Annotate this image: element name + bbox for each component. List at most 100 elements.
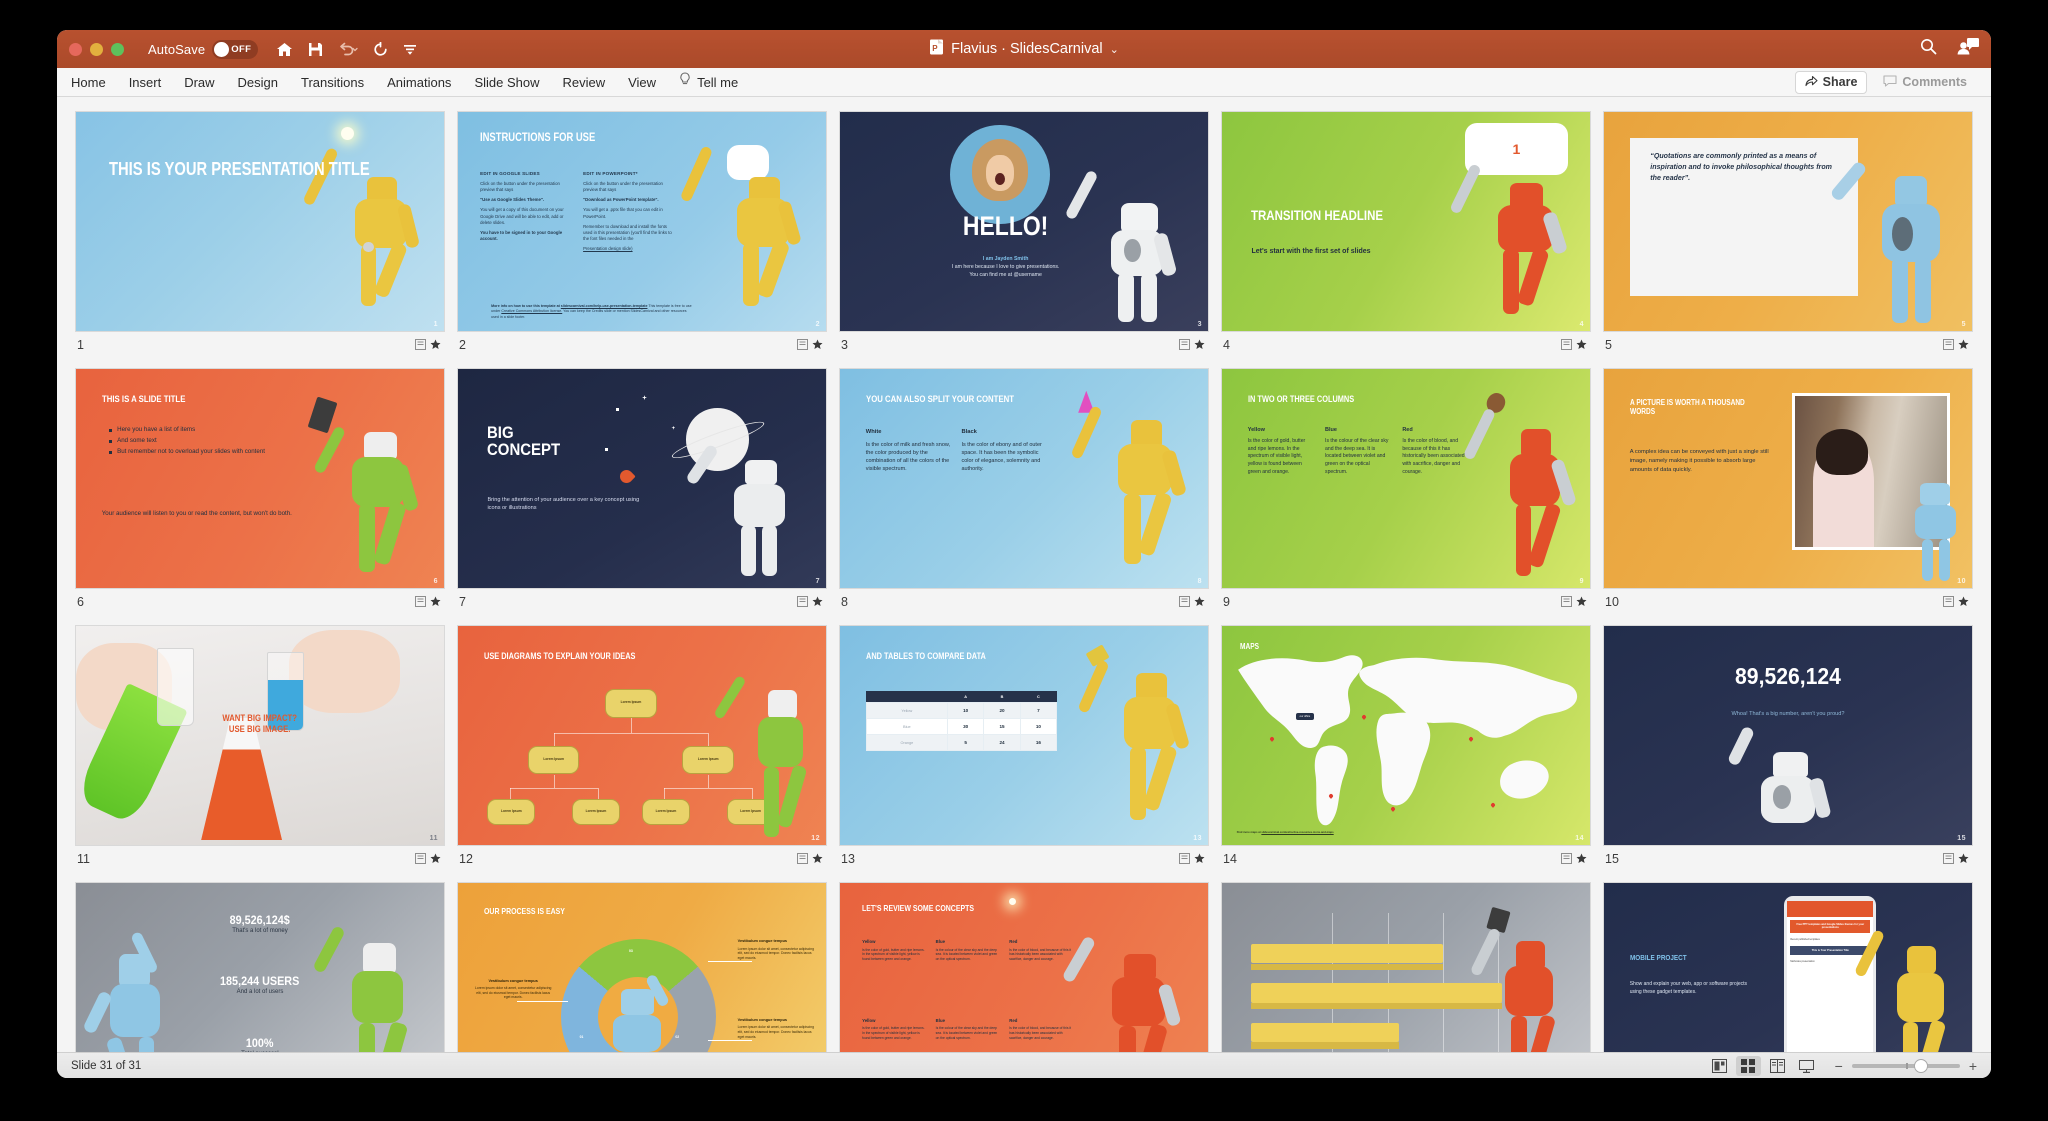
slide-badges-2[interactable] <box>797 339 823 351</box>
slide-badges-13[interactable] <box>1179 853 1205 865</box>
slide-cell-19[interactable]: You can insert graphs from Excel or Goog… <box>1221 881 1591 1052</box>
slide-meta-4: 4 <box>1221 332 1591 358</box>
zoom-control[interactable]: − + <box>1835 1058 1977 1073</box>
share-button[interactable]: Share <box>1794 70 1868 94</box>
slide-cell-14[interactable]: MAPS our office Find more maps at slides… <box>1221 624 1591 872</box>
slide-cell-16[interactable]: 89,526,124$ That's a lot of money 185,24… <box>75 881 445 1052</box>
slide-cell-4[interactable]: 1 TRANSITION HEADLINE Let's start with t… <box>1221 111 1591 358</box>
slide-badges-15[interactable] <box>1943 853 1969 865</box>
star-icon <box>430 339 441 350</box>
slide-cell-10[interactable]: A PICTURE IS WORTH A THOUSAND WORDS A co… <box>1603 367 1973 615</box>
slide-badges-7[interactable] <box>797 596 823 608</box>
robot-illustration <box>1853 922 1965 1052</box>
autosave-toggle[interactable]: OFF <box>212 39 259 59</box>
ribbon-tab-slide-show[interactable]: Slide Show <box>474 75 539 90</box>
zoom-out-button[interactable]: − <box>1835 1059 1843 1073</box>
customize-toolbar-icon[interactable] <box>403 43 417 56</box>
slide-badges-11[interactable] <box>415 853 441 865</box>
slide-cell-6[interactable]: THIS IS A SLIDE TITLE Here you have a li… <box>75 367 445 615</box>
slide-thumbnail-16[interactable]: 89,526,124$ That's a lot of money 185,24… <box>75 881 445 1052</box>
slide-cell-2[interactable]: INSTRUCTIONS FOR USE EDIT IN GOOGLE SLID… <box>457 111 827 358</box>
slide-badges-8[interactable] <box>1179 596 1205 608</box>
slide-badges-3[interactable] <box>1179 339 1205 351</box>
slide-cell-20[interactable]: MOBILE PROJECT Show and explain your web… <box>1603 881 1973 1052</box>
slide-thumbnail-15[interactable]: 89,526,124 Whoa! That's a big number, ar… <box>1603 624 1973 846</box>
slide-badges-12[interactable] <box>797 853 823 865</box>
slide-badges-4[interactable] <box>1561 339 1587 351</box>
slide-thumbnail-18[interactable]: LET'S REVIEW SOME CONCEPTS Yellow Is the… <box>839 881 1209 1052</box>
slide-cell-17[interactable]: OUR PROCESS IS EASY 01 02 03 Vestibulum … <box>457 881 827 1052</box>
tell-me-control[interactable]: Tell me <box>679 72 738 92</box>
reading-view-button[interactable] <box>1765 1056 1790 1076</box>
slide-thumbnail-19[interactable]: You can insert graphs from Excel or Goog… <box>1221 881 1591 1052</box>
autosave-control[interactable]: AutoSave OFF <box>148 39 259 59</box>
slide-cell-7[interactable]: BIG CONCEPT Bring the attention of your … <box>457 367 827 615</box>
slide-thumbnail-7[interactable]: BIG CONCEPT Bring the attention of your … <box>457 367 827 589</box>
close-window-button[interactable] <box>69 42 82 56</box>
foot-link-2[interactable]: Creative Commons Attribution license. <box>501 309 562 313</box>
slide-cell-1[interactable]: THIS IS YOUR PRESENTATION TITLE 1 1 <box>75 111 445 358</box>
slide-thumbnail-10[interactable]: A PICTURE IS WORTH A THOUSAND WORDS A co… <box>1603 367 1973 589</box>
slide-badges-1[interactable] <box>415 339 441 351</box>
ribbon-tab-home[interactable]: Home <box>71 75 106 90</box>
footer-link[interactable]: slidescarnival.com/extra-free-resources-… <box>1261 831 1333 834</box>
zoom-in-button[interactable]: + <box>1969 1059 1977 1073</box>
slide-sorter-view-button[interactable] <box>1735 1055 1761 1076</box>
document-menu-chevron-icon[interactable]: ⌄ <box>1110 43 1119 56</box>
ribbon-tab-animations[interactable]: Animations <box>387 75 451 90</box>
search-icon[interactable] <box>1920 38 1937 60</box>
slide-cell-12[interactable]: USE DIAGRAMS TO EXPLAIN YOUR IDEAS Lorem… <box>457 624 827 872</box>
redo-icon[interactable] <box>373 41 388 57</box>
slide-thumbnail-1[interactable]: THIS IS YOUR PRESENTATION TITLE 1 <box>75 111 445 332</box>
normal-view-button[interactable] <box>1707 1056 1732 1076</box>
slide-badges-5[interactable] <box>1943 339 1969 351</box>
slide-cell-9[interactable]: IN TWO OR THREE COLUMNS Yellow Is the co… <box>1221 367 1591 615</box>
col-b-link[interactable]: Presentation design slide) <box>583 246 675 252</box>
slide-cell-18[interactable]: LET'S REVIEW SOME CONCEPTS Yellow Is the… <box>839 881 1209 1052</box>
slide-cell-15[interactable]: 89,526,124 Whoa! That's a big number, ar… <box>1603 624 1973 872</box>
ribbon-tab-transitions[interactable]: Transitions <box>301 75 364 90</box>
ribbon-tab-draw[interactable]: Draw <box>184 75 214 90</box>
slide-8-column-a: White Is the color of milk and fresh sno… <box>866 428 951 474</box>
slide-thumbnail-12[interactable]: USE DIAGRAMS TO EXPLAIN YOUR IDEAS Lorem… <box>457 624 827 846</box>
slide-cell-5[interactable]: “Quotations are commonly printed as a me… <box>1603 111 1973 358</box>
slide-thumbnail-6[interactable]: THIS IS A SLIDE TITLE Here you have a li… <box>75 367 445 589</box>
user-comment-icon[interactable] <box>1957 38 1979 60</box>
lightbulb-icon <box>679 72 691 92</box>
table-row: Yellow 10 20 7 <box>865 702 1058 720</box>
slide-thumbnail-3[interactable]: HELLO! I am Jayden Smith I am here becau… <box>839 111 1209 332</box>
ribbon-tab-insert[interactable]: Insert <box>129 75 162 90</box>
zoom-slider-handle[interactable] <box>1913 1058 1928 1073</box>
home-icon[interactable] <box>276 42 293 57</box>
slide-cell-8[interactable]: YOU CAN ALSO SPLIT YOUR CONTENT White Is… <box>839 367 1209 615</box>
ribbon-tab-view[interactable]: View <box>628 75 656 90</box>
maximize-window-button[interactable] <box>111 42 124 56</box>
slide-thumbnail-9[interactable]: IN TWO OR THREE COLUMNS Yellow Is the co… <box>1221 367 1591 589</box>
slide-thumbnail-13[interactable]: AND TABLES TO COMPARE DATA A B C Yellow … <box>839 624 1209 846</box>
slide-thumbnail-8[interactable]: YOU CAN ALSO SPLIT YOUR CONTENT White Is… <box>839 367 1209 589</box>
undo-icon[interactable] <box>338 42 358 57</box>
slide-cell-13[interactable]: AND TABLES TO COMPARE DATA A B C Yellow … <box>839 624 1209 872</box>
comments-button[interactable]: Comments <box>1873 71 1977 94</box>
slide-badges-14[interactable] <box>1561 853 1587 865</box>
slide-thumbnail-20[interactable]: MOBILE PROJECT Show and explain your web… <box>1603 881 1973 1052</box>
slide-badges-9[interactable] <box>1561 596 1587 608</box>
slide-thumbnail-2[interactable]: INSTRUCTIONS FOR USE EDIT IN GOOGLE SLID… <box>457 111 827 332</box>
minimize-window-button[interactable] <box>90 42 103 56</box>
slide-thumbnail-4[interactable]: 1 TRANSITION HEADLINE Let's start with t… <box>1221 111 1591 332</box>
save-icon[interactable] <box>308 42 323 57</box>
zoom-slider[interactable] <box>1851 1058 1960 1073</box>
slide-badges-6[interactable] <box>415 596 441 608</box>
slide-cell-3[interactable]: HELLO! I am Jayden Smith I am here becau… <box>839 111 1209 358</box>
slide-thumbnail-14[interactable]: MAPS our office Find more maps at slides… <box>1221 624 1591 846</box>
ribbon-tab-review[interactable]: Review <box>562 75 605 90</box>
slideshow-view-button[interactable] <box>1794 1056 1819 1076</box>
slide-cell-11[interactable]: WANT BIG IMPACT? USE BIG IMAGE. 11 11 <box>75 624 445 872</box>
slide-badges-10[interactable] <box>1943 596 1969 608</box>
slide-thumbnail-5[interactable]: “Quotations are commonly printed as a me… <box>1603 111 1973 332</box>
slide-thumbnail-17[interactable]: OUR PROCESS IS EASY 01 02 03 Vestibulum … <box>457 881 827 1052</box>
ribbon-tab-design[interactable]: Design <box>238 75 278 90</box>
slide-thumbnail-11[interactable]: WANT BIG IMPACT? USE BIG IMAGE. 11 <box>75 624 445 846</box>
foot-link-1[interactable]: slidescarnival.com/help-use-presentation… <box>561 304 648 308</box>
slide-sorter-pane[interactable]: THIS IS YOUR PRESENTATION TITLE 1 1 INST… <box>57 97 1991 1052</box>
